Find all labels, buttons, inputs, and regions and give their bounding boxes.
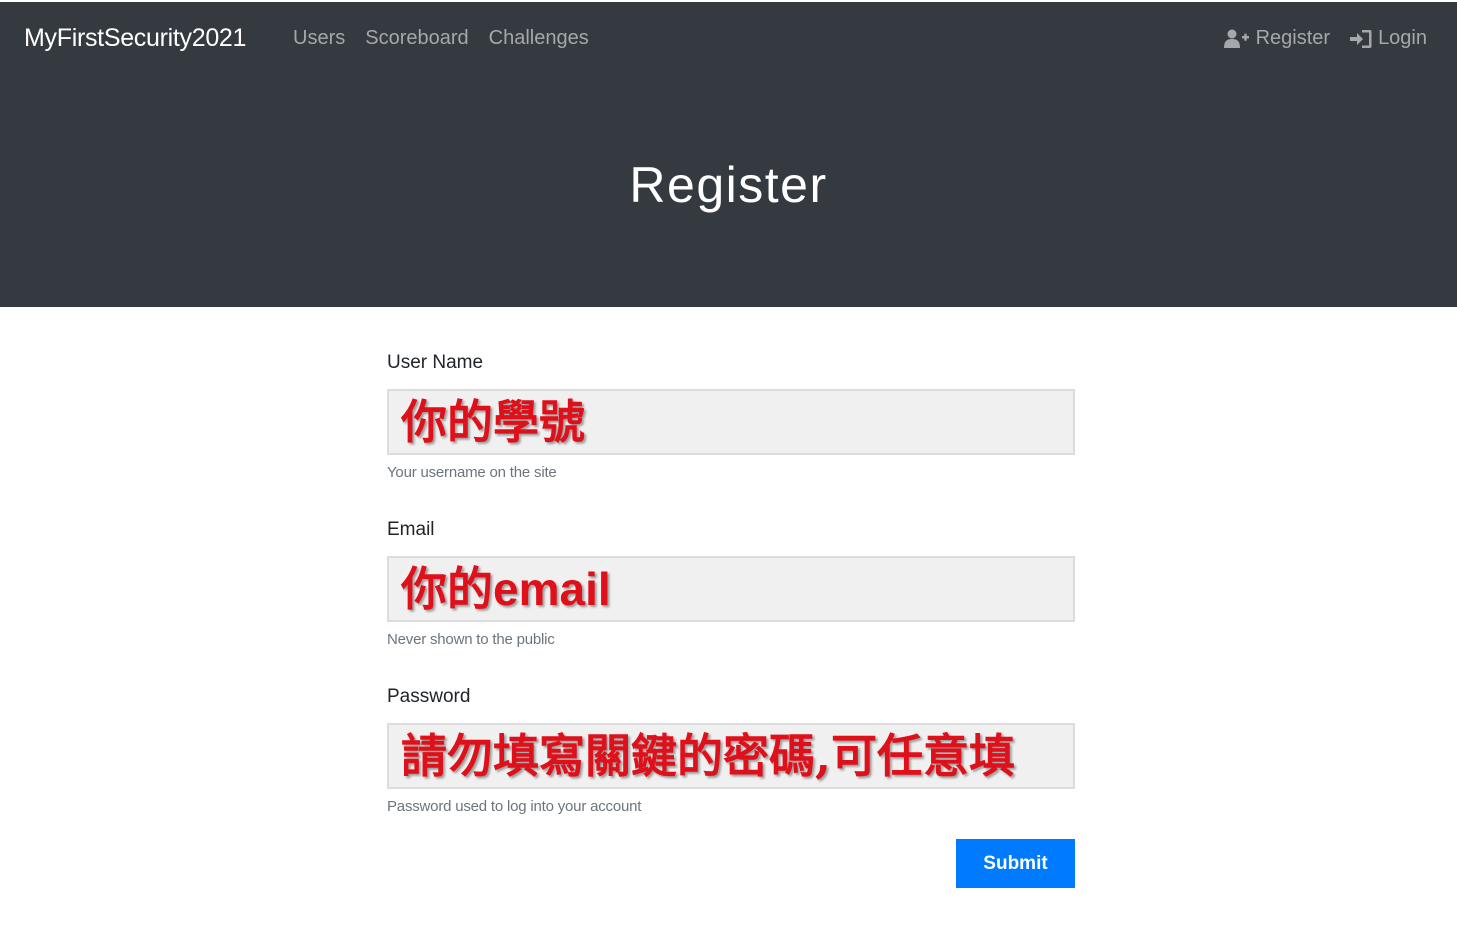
nav-login-label: Login (1378, 27, 1427, 49)
user-plus-icon (1223, 29, 1250, 49)
nav-links: Users Scoreboard Challenges (293, 27, 589, 50)
page-title: Register (629, 157, 828, 213)
register-form: User Name 你的學號 Your username on the site… (387, 350, 1075, 819)
nav-link-scoreboard[interactable]: Scoreboard (365, 27, 468, 50)
sign-in-icon (1350, 29, 1372, 49)
nav-register-label: Register (1255, 27, 1331, 49)
password-group: Password 請勿填寫關鍵的密碼,可任意填 Password used to… (387, 684, 1075, 819)
nav-right: Register Login (1223, 27, 1427, 50)
email-annotation-suffix: email (493, 563, 611, 615)
password-label: Password (387, 686, 471, 707)
nav-register-link[interactable]: Register (1223, 27, 1331, 50)
username-label: User Name (387, 352, 484, 373)
password-input[interactable]: 請勿填寫關鍵的密碼,可任意填 (387, 723, 1075, 789)
navbar: MyFirstSecurity2021 Users Scoreboard Cha… (0, 0, 1457, 76)
email-group: Email 你的email Never shown to the public (387, 517, 1075, 652)
username-help: Your username on the site (387, 464, 557, 481)
username-annotation: 你的學號 (401, 395, 585, 449)
page-header: Register (0, 76, 1457, 307)
username-input[interactable]: 你的學號 (387, 389, 1075, 455)
username-group: User Name 你的學號 Your username on the site (387, 350, 1075, 485)
password-annotation: 請勿填寫關鍵的密碼,可任意填 (401, 729, 1016, 783)
email-annotation: 你的email (401, 566, 611, 612)
email-annotation-prefix: 你的 (401, 562, 493, 616)
password-help: Password used to log into your account (387, 798, 642, 815)
email-label: Email (387, 519, 435, 540)
submit-button[interactable]: Submit (956, 839, 1075, 888)
brand-link[interactable]: MyFirstSecurity2021 (24, 24, 246, 53)
nav-link-challenges[interactable]: Challenges (489, 27, 589, 50)
email-input[interactable]: 你的email (387, 556, 1075, 622)
email-help: Never shown to the public (387, 631, 555, 648)
nav-login-link[interactable]: Login (1350, 27, 1427, 50)
nav-link-users[interactable]: Users (293, 27, 345, 50)
